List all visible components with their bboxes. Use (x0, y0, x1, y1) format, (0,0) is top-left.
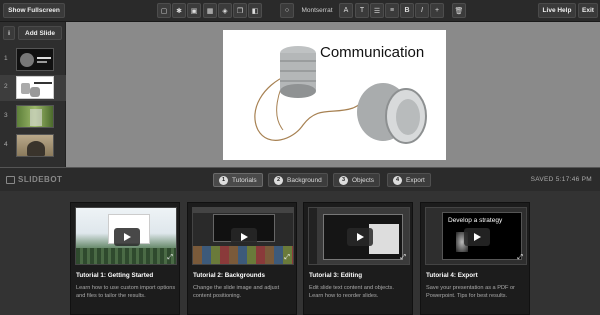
show-fullscreen-button[interactable]: Show Fullscreen (3, 3, 65, 18)
tab-background[interactable]: 2 Background (268, 173, 328, 187)
duplicate-icon[interactable]: ❐ (233, 3, 247, 18)
tutorial-video-thumbnail[interactable]: ⤢ (308, 207, 410, 265)
fullscreen-icon[interactable]: ⤢ (517, 254, 523, 262)
tutorial-card-3[interactable]: ⤢ Tutorial 3: Editing Edit slide text co… (303, 202, 413, 315)
tutorial-card-1[interactable]: ⤢ Tutorial 1: Getting Started Learn how … (70, 202, 180, 315)
panel-tab-bar: SLIDEBOT 1 Tutorials 2 Background 3 Obje… (0, 167, 600, 191)
tab-label: Export (406, 176, 425, 184)
tutorial-video-thumbnail[interactable]: ⤢ (75, 207, 177, 265)
fullscreen-icon[interactable]: ⤢ (400, 254, 406, 262)
slide-number: 3 (4, 112, 8, 119)
tab-number: 2 (274, 175, 283, 185)
add-icon[interactable]: + (430, 3, 444, 18)
tab-export[interactable]: 4 Export (387, 173, 431, 187)
tutorial-card-2[interactable]: ⤢ Tutorial 2: Backgrounds Change the sli… (187, 202, 297, 315)
list-icon[interactable]: ≡ (385, 3, 399, 18)
saved-status: SAVED 5:17:46 PM (530, 176, 592, 183)
slide-item-3[interactable]: 3 (0, 104, 66, 130)
slide-thumbnail (16, 76, 54, 99)
slide-item-1[interactable]: 1 (0, 47, 66, 73)
tab-label: Objects (352, 176, 375, 184)
tutorial-panel: SLIDEBOT 1 Tutorials 2 Background 3 Obje… (0, 167, 600, 315)
card-title: Tutorial 3: Editing (309, 272, 363, 279)
slidebot-logo-icon (6, 175, 15, 184)
slide-thumbnail (16, 134, 54, 157)
crop-icon[interactable]: ▢ (157, 3, 171, 18)
settings-icon[interactable]: ✱ (172, 3, 186, 18)
card-description: Learn how to use custom import options a… (76, 285, 176, 300)
add-slide-button[interactable]: Add Slide (18, 26, 62, 40)
tab-number: 4 (393, 175, 402, 185)
layers-icon[interactable]: ◈ (218, 3, 232, 18)
tab-objects[interactable]: 3 Objects (333, 173, 381, 187)
top-toolbar: Show Fullscreen ▢ ✱ ▣ ▦ ◈ ❐ ◧ ○ Montserr… (0, 0, 600, 22)
tutorial-video-thumbnail[interactable]: Develop a strategy ⤢ (425, 207, 527, 265)
slide-number: 2 (4, 83, 8, 90)
font-select[interactable]: Montserrat (297, 3, 337, 18)
card-description: Change the slide image and adjust conten… (193, 285, 280, 300)
tutorial-video-thumbnail[interactable]: ⤢ (192, 207, 294, 265)
grid-icon[interactable]: ▦ (203, 3, 217, 18)
slide-title[interactable]: Communication (320, 44, 424, 61)
tab-label: Background (287, 176, 322, 184)
brand-name: SLIDEBOT (18, 175, 63, 184)
info-button[interactable]: i (3, 26, 15, 40)
slide-item-2[interactable]: 2 (0, 75, 66, 101)
bring-front-icon[interactable]: ◧ (248, 3, 262, 18)
tutorial-card-4[interactable]: Develop a strategy ⤢ Tutorial 4: Export … (420, 202, 530, 315)
tab-label: Tutorials (232, 176, 257, 184)
card-title: Tutorial 4: Export (426, 272, 478, 279)
italic-icon[interactable]: I (415, 3, 429, 18)
card-description: Save your presentation as a PDF or Power… (426, 285, 515, 300)
slide-item-4[interactable]: 4 (0, 133, 66, 159)
play-icon[interactable] (347, 228, 373, 246)
play-icon[interactable] (231, 228, 257, 246)
play-icon[interactable] (114, 228, 140, 246)
fullscreen-icon[interactable]: ⤢ (167, 254, 173, 262)
align-icon[interactable]: ☰ (370, 3, 384, 18)
fullscreen-icon[interactable]: ⤢ (284, 254, 290, 262)
text-icon[interactable]: T (355, 3, 369, 18)
brand-logo: SLIDEBOT (6, 175, 62, 184)
tab-number: 3 (339, 175, 348, 185)
exit-button[interactable]: Exit (578, 3, 598, 18)
tab-number: 1 (219, 175, 228, 185)
circle-icon[interactable]: ○ (280, 3, 294, 18)
bold-icon[interactable]: B (400, 3, 414, 18)
slide-sidebar: i Add Slide 1 2 3 4 (0, 22, 66, 167)
trash-icon[interactable]: 🗑 (452, 3, 466, 18)
slide-number: 4 (4, 141, 8, 148)
image-icon[interactable]: ▣ (187, 3, 201, 18)
card-description: Edit slide text content and objects. Lea… (309, 285, 394, 300)
card-title: Tutorial 1: Getting Started (76, 272, 154, 279)
slide-number: 1 (4, 55, 8, 62)
tab-tutorials[interactable]: 1 Tutorials (213, 173, 263, 187)
slide-thumbnail (16, 105, 54, 128)
current-slide[interactable]: Communication (223, 30, 446, 160)
card-title: Tutorial 2: Backgrounds (193, 272, 265, 279)
play-icon[interactable] (464, 228, 490, 246)
slide-thumbnail (16, 48, 54, 71)
font-size-icon[interactable]: A (339, 3, 353, 18)
thumbnail-slide-text: Develop a strategy (448, 217, 503, 224)
live-help-button[interactable]: Live Help (538, 3, 576, 18)
